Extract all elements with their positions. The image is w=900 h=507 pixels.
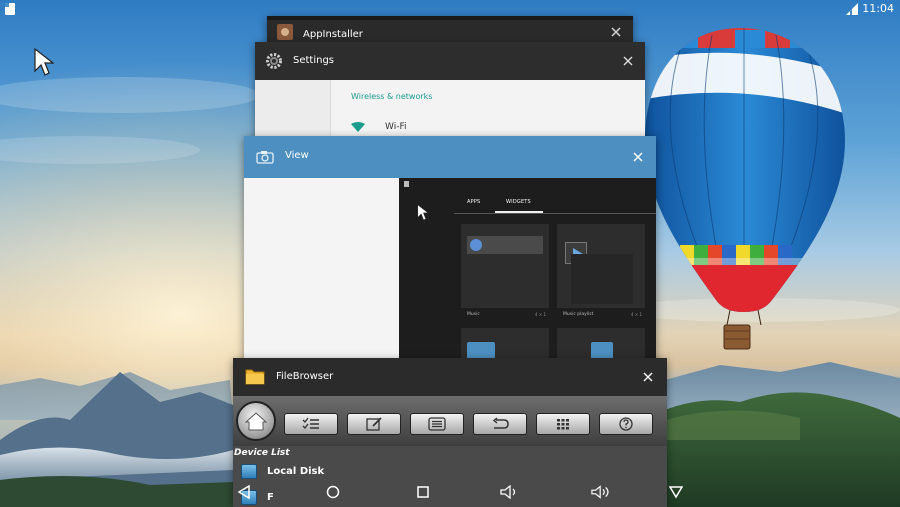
back-icon <box>237 485 250 499</box>
volume-up-icon <box>591 485 609 499</box>
square-recents-icon <box>417 486 429 498</box>
widget-label: Music playlist <box>563 312 594 317</box>
card-header: Settings <box>255 42 645 80</box>
recent-card-view[interactable]: View APPS WIDGETS Music 4 × 1 Music play… <box>244 136 656 364</box>
widget-tile-music <box>461 224 549 308</box>
grid-icon <box>557 419 569 430</box>
home-button[interactable] <box>236 401 276 441</box>
card-title: Settings <box>293 55 335 66</box>
mouse-pointer-icon <box>417 204 429 221</box>
back-button[interactable] <box>233 482 255 502</box>
mini-tab-widgets: WIDGETS <box>506 199 531 205</box>
music-widget-preview <box>467 236 543 254</box>
close-icon[interactable] <box>607 23 625 41</box>
card-header: View <box>244 136 656 178</box>
grid-view-button[interactable] <box>536 413 590 435</box>
triangle-down-icon <box>669 486 683 499</box>
mini-divider <box>454 213 656 214</box>
close-icon[interactable] <box>629 148 647 166</box>
close-icon[interactable] <box>639 368 657 386</box>
wifi-icon <box>351 122 365 132</box>
filebrowser-toolbar <box>233 396 667 446</box>
help-icon <box>619 417 633 431</box>
mouse-pointer-icon <box>34 48 54 76</box>
clock: 11:04 <box>862 2 894 15</box>
recents-button[interactable] <box>412 482 434 502</box>
widget-label: Music <box>467 312 480 317</box>
widget-size: 4 × 1 <box>535 312 546 317</box>
device-list-label: Device List <box>234 448 290 458</box>
device-label: Local Disk <box>267 465 325 477</box>
mini-tab-apps: APPS <box>467 199 481 205</box>
list-icon <box>428 417 446 431</box>
folder-icon <box>245 369 265 385</box>
disk-icon <box>241 463 257 479</box>
menu-down-button[interactable] <box>665 482 687 502</box>
checklist-button[interactable] <box>284 413 338 435</box>
close-icon[interactable] <box>619 52 637 70</box>
volume-down-button[interactable] <box>500 482 522 502</box>
undo-button[interactable] <box>473 413 527 435</box>
card-title: View <box>285 150 309 161</box>
undo-icon <box>492 417 509 429</box>
view-preview: APPS WIDGETS Music 4 × 1 Music playlist … <box>244 178 656 364</box>
edit-button[interactable] <box>347 413 401 435</box>
mini-status-icon <box>404 181 409 187</box>
gear-icon <box>266 53 282 69</box>
checklist-icon <box>302 417 319 429</box>
home-icon <box>245 412 267 431</box>
card-header: FileBrowser <box>233 358 667 396</box>
list-view-button[interactable] <box>410 413 464 435</box>
settings-wifi-item: Wi-Fi <box>385 122 407 132</box>
widget-tile-music-playlist <box>557 224 645 308</box>
card-title: FileBrowser <box>276 371 334 382</box>
help-button[interactable] <box>599 413 653 435</box>
signal-icon <box>846 3 858 15</box>
settings-section-header: Wireless & networks <box>351 92 433 101</box>
settings-side-panel <box>255 80 331 142</box>
settings-preview: Wireless & networks Wi-Fi <box>255 80 645 142</box>
widget-picker-preview: APPS WIDGETS Music 4 × 1 Music playlist … <box>399 178 656 364</box>
card-title: AppInstaller <box>303 29 363 40</box>
edit-icon <box>366 417 382 431</box>
widget-size: 4 × 1 <box>631 312 642 317</box>
view-side-panel <box>244 178 399 364</box>
navigation-bar <box>0 478 900 507</box>
home-nav-button[interactable] <box>322 482 344 502</box>
volume-down-icon <box>500 485 516 499</box>
appinstaller-icon <box>277 24 293 40</box>
volume-up-button[interactable] <box>591 482 613 502</box>
circle-home-icon <box>326 485 340 499</box>
camera-icon <box>256 151 274 164</box>
recent-card-settings[interactable]: Settings Wireless & networks Wi-Fi <box>255 42 645 142</box>
sd-card-icon <box>5 3 15 15</box>
